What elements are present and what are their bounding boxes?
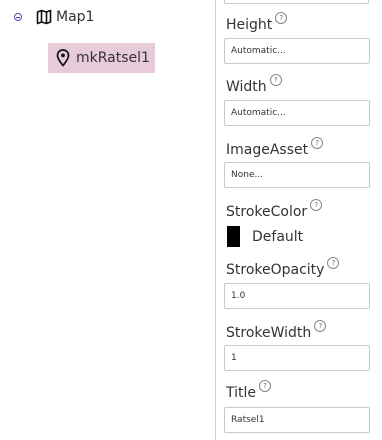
tree-item-map[interactable]: Map1 [14, 9, 94, 25]
strokecolor-value: Default [252, 228, 304, 245]
property-label: Title [226, 385, 257, 401]
tree-item-label: mkRatsel1 [76, 50, 150, 66]
width-input[interactable]: Automatic... [224, 100, 370, 126]
property-label: StrokeOpacity [226, 262, 325, 278]
strokecolor-picker[interactable]: Default [227, 226, 303, 247]
property-title-title: Title ? [226, 380, 272, 401]
title-input[interactable]: Ratsel1 [224, 407, 370, 433]
property-title-width: Width ? [226, 74, 282, 95]
help-icon[interactable]: ? [259, 380, 272, 392]
height-input[interactable]: Automatic... [224, 38, 370, 64]
property-title-height: Height ? [226, 12, 288, 33]
strokeopacity-input[interactable]: 1.0 [224, 283, 370, 309]
property-label: Height [226, 17, 273, 33]
previous-property-input[interactable] [224, 0, 369, 4]
designer-panel: Map1 mkRatsel1 Height ? Automatic... Wid… [0, 0, 382, 440]
component-tree: Map1 mkRatsel1 [0, 0, 215, 440]
imageasset-input[interactable]: None... [224, 162, 370, 188]
help-icon[interactable]: ? [311, 137, 324, 149]
color-swatch [227, 226, 240, 247]
tree-item-marker[interactable]: mkRatsel1 [48, 43, 155, 73]
help-icon[interactable]: ? [327, 257, 340, 269]
property-label: Width [226, 79, 267, 95]
help-icon[interactable]: ? [310, 199, 323, 211]
property-label: ImageAsset [226, 142, 309, 158]
location-pin-icon [56, 49, 70, 67]
help-icon[interactable]: ? [269, 74, 282, 86]
property-label: StrokeWidth [226, 325, 312, 341]
collapse-icon[interactable] [14, 13, 22, 21]
property-title-imageasset: ImageAsset ? [226, 137, 324, 158]
help-icon[interactable]: ? [275, 12, 288, 24]
properties-panel: Height ? Automatic... Width ? Automatic.… [216, 0, 382, 440]
strokewidth-input[interactable]: 1 [224, 345, 370, 371]
property-title-strokecolor: StrokeColor ? [226, 199, 323, 220]
property-title-strokewidth: StrokeWidth ? [226, 320, 327, 341]
tree-item-label: Map1 [56, 9, 95, 25]
property-title-strokeopacity: StrokeOpacity ? [226, 257, 340, 278]
property-label: StrokeColor [226, 204, 308, 220]
help-icon[interactable]: ? [314, 320, 327, 332]
map-icon [36, 9, 52, 25]
